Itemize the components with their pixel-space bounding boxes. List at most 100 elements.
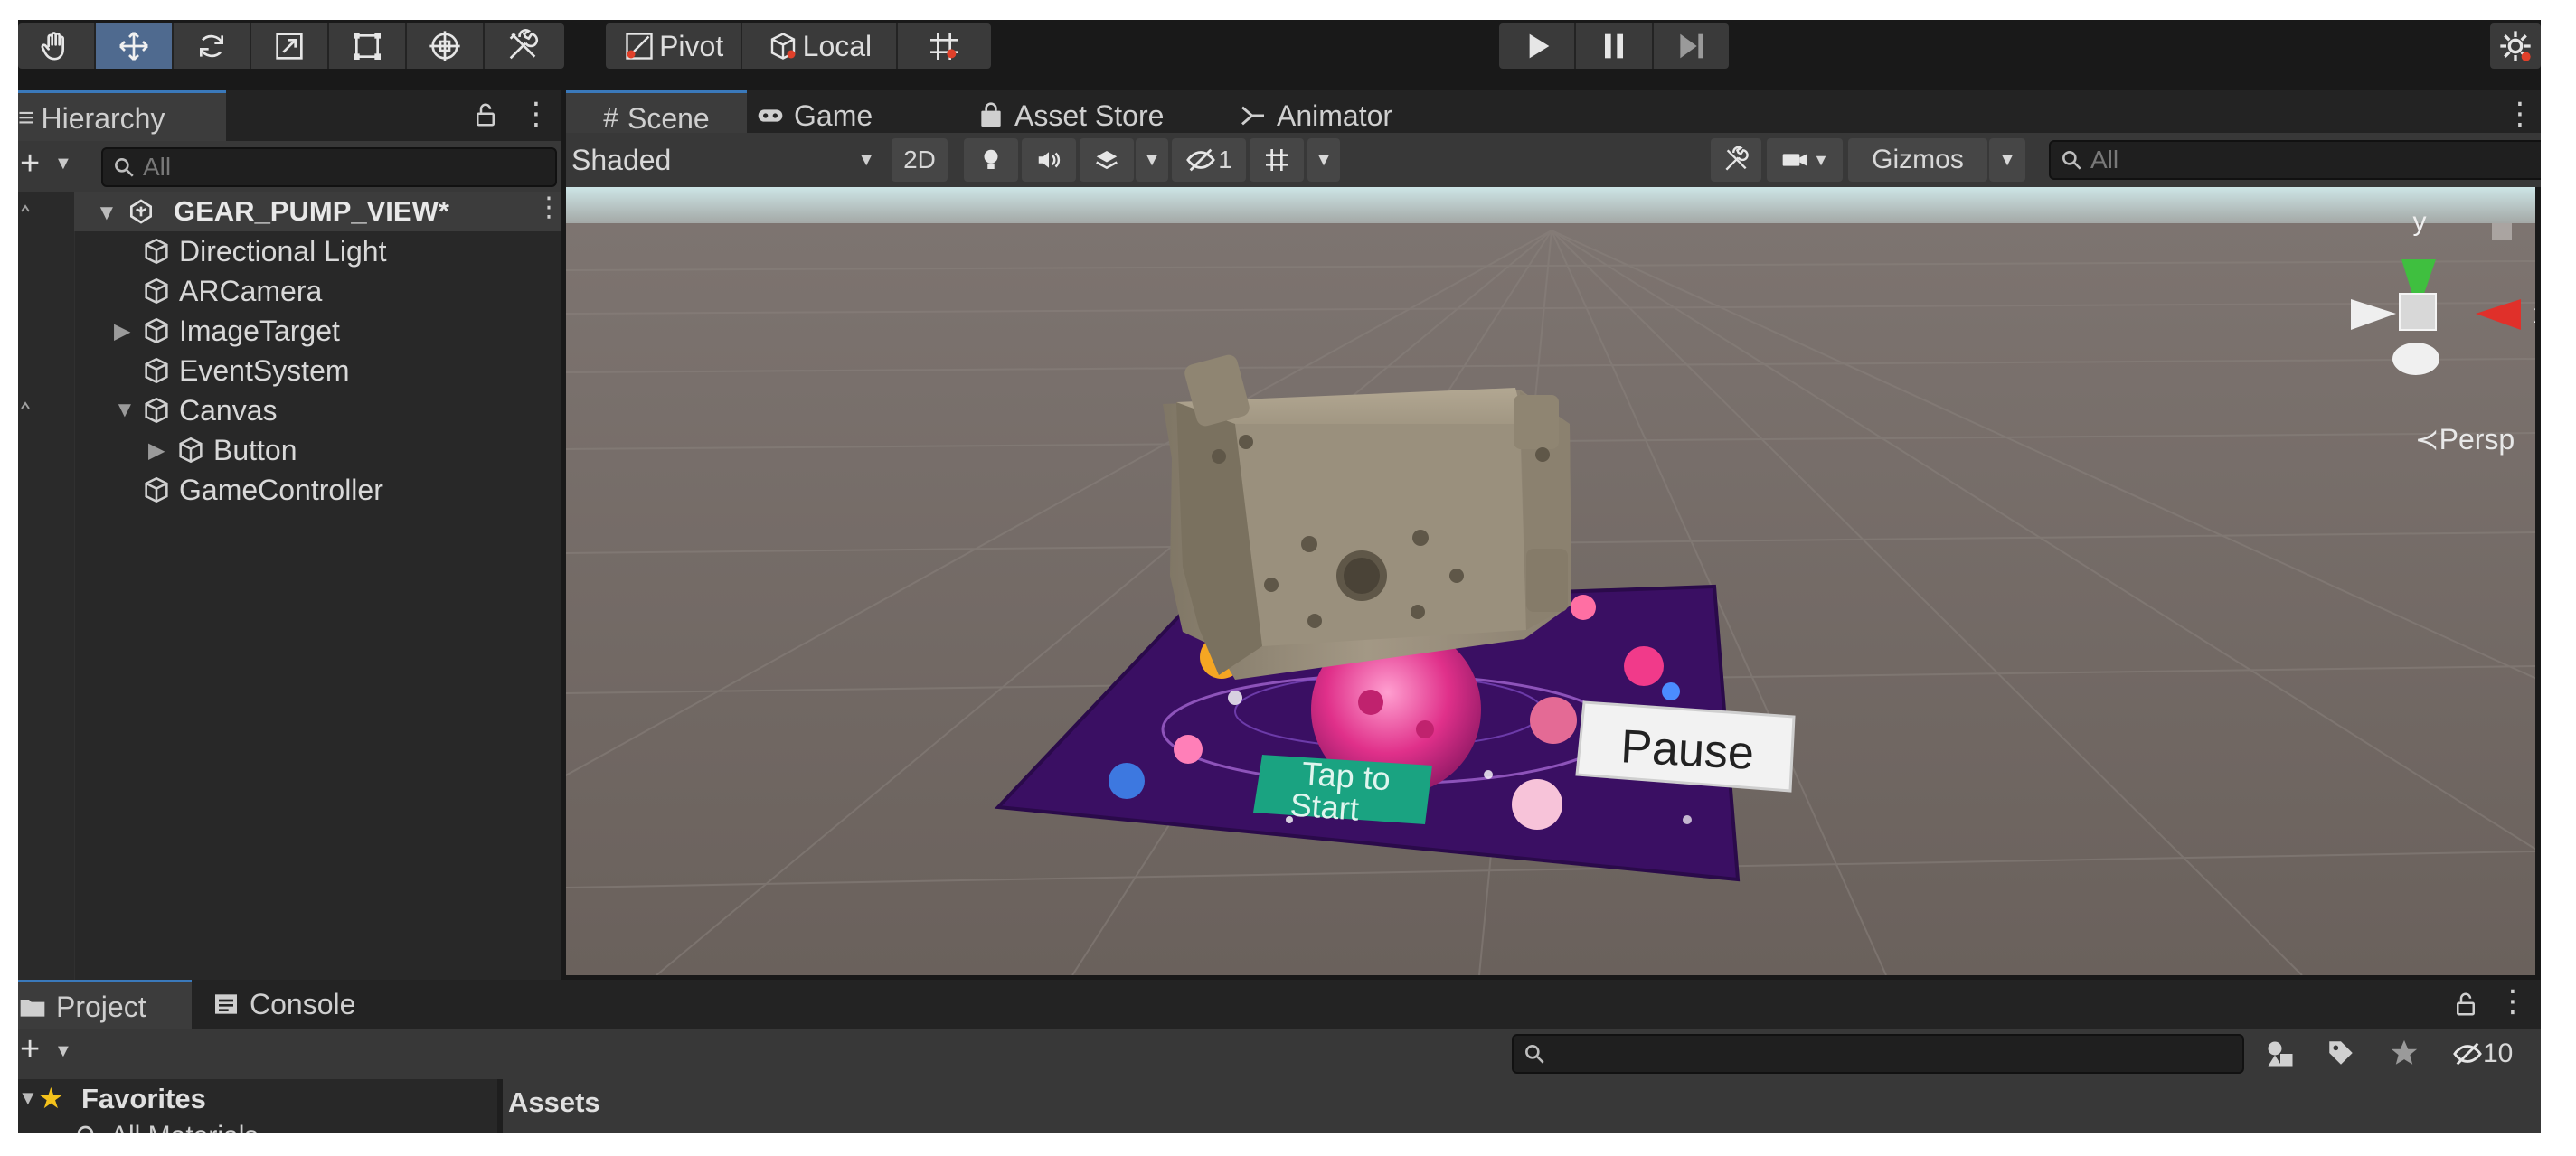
transform-icon bbox=[429, 31, 460, 61]
rotate-icon bbox=[200, 34, 223, 58]
transform-tools bbox=[18, 23, 564, 69]
list-item[interactable]: Directional Light bbox=[141, 231, 386, 271]
scene-render[interactable]: Pause Tap to Start y x ≺Persp bbox=[566, 187, 2535, 975]
lock-icon[interactable] bbox=[2452, 991, 2479, 1018]
tab-animator-label: Animator bbox=[1277, 99, 1393, 132]
rotate-tool-button[interactable] bbox=[174, 23, 251, 69]
item-label: GameController bbox=[179, 473, 383, 506]
local-cube-icon bbox=[770, 33, 796, 60]
gear-pump-model[interactable] bbox=[1163, 352, 1571, 680]
console-icon bbox=[215, 994, 237, 1014]
effects-toggle[interactable] bbox=[1080, 138, 1134, 182]
hierarchy-search-bar: + ▼ All bbox=[18, 141, 561, 192]
camera-settings-dropdown[interactable]: ▼ bbox=[1767, 138, 1843, 182]
hidden-packages-toggle[interactable]: 10 bbox=[2452, 1036, 2513, 1072]
expand-arrow-icon[interactable]: ▼ bbox=[96, 201, 118, 226]
gizmos-dropdown[interactable]: ▼ bbox=[1989, 138, 2025, 182]
lock-view-icon[interactable] bbox=[2492, 223, 2512, 240]
visibility-icon[interactable] bbox=[18, 201, 40, 222]
hidden-count: 1 bbox=[1218, 146, 1232, 174]
local-toggle[interactable]: Local bbox=[742, 23, 898, 69]
pause-world-button[interactable]: Pause bbox=[1575, 700, 1796, 793]
eye-slash-icon bbox=[1186, 148, 1216, 172]
gameobject-cube-icon bbox=[145, 317, 168, 344]
project-menu-icon[interactable]: ⋮ bbox=[2497, 983, 2528, 1020]
play-button[interactable] bbox=[1499, 23, 1577, 69]
item-label: ARCamera bbox=[179, 274, 323, 307]
favorites-item-label: All Materials bbox=[110, 1121, 258, 1133]
add-icon[interactable]: + bbox=[20, 1030, 40, 1069]
favorites-item[interactable]: All Materials bbox=[74, 1121, 258, 1133]
step-button[interactable] bbox=[1654, 23, 1729, 69]
grid-dropdown[interactable]: ▼ bbox=[1307, 138, 1340, 182]
project-search-input[interactable] bbox=[1512, 1034, 2244, 1074]
pause-button[interactable] bbox=[1576, 23, 1654, 69]
hierarchy-search-input[interactable]: All bbox=[101, 147, 557, 187]
effects-dropdown[interactable]: ▼ bbox=[1136, 138, 1168, 182]
scene-menu-icon[interactable]: ⋮ bbox=[2505, 96, 2535, 132]
move-tool-button[interactable] bbox=[96, 23, 174, 69]
unity-editor-window: Pivot Local ≡ Hierarchy ⋮ + ▼ All ▼ GEAR… bbox=[18, 20, 2541, 1133]
rect-tool-button[interactable] bbox=[329, 23, 407, 69]
favorites-label[interactable]: Favorites bbox=[81, 1083, 206, 1115]
chevron-down-icon[interactable]: ▼ bbox=[54, 1041, 72, 1062]
list-item[interactable]: ▶ ImageTarget bbox=[114, 311, 340, 351]
projection-label[interactable]: ≺Persp bbox=[2415, 423, 2515, 456]
scene-tools-button[interactable] bbox=[1711, 138, 1761, 182]
tab-hierarchy[interactable]: ≡ Hierarchy bbox=[18, 90, 226, 144]
grid-snap-button[interactable] bbox=[898, 23, 992, 69]
filter-by-type-icon[interactable] bbox=[2264, 1038, 2297, 1070]
scene-root-row[interactable]: ▼ GEAR_PUMP_VIEW* ⋮ bbox=[74, 192, 562, 231]
add-icon[interactable]: + bbox=[20, 145, 40, 183]
scene-viewport[interactable]: Pause Tap to Start y x ≺Persp bbox=[566, 187, 2535, 975]
gizmos-button[interactable]: Gizmos bbox=[1848, 138, 1987, 182]
scale-tool-button[interactable] bbox=[251, 23, 329, 69]
tag-icon[interactable] bbox=[2326, 1038, 2356, 1068]
pickable-icon[interactable] bbox=[18, 398, 40, 419]
hand-tool-button[interactable] bbox=[18, 23, 96, 69]
speaker-icon bbox=[1038, 152, 1061, 168]
scale-icon bbox=[276, 33, 303, 60]
audio-toggle[interactable] bbox=[1022, 138, 1076, 182]
settings-button[interactable] bbox=[2490, 23, 2541, 69]
scene-menu-icon[interactable]: ⋮ bbox=[535, 192, 562, 223]
list-item[interactable]: ARCamera bbox=[141, 271, 322, 311]
2d-toggle[interactable]: 2D bbox=[892, 138, 948, 182]
search-placeholder: All bbox=[2090, 146, 2119, 174]
expanded-arrow-icon[interactable]: ▼ bbox=[114, 398, 141, 423]
hierarchy-gutter bbox=[18, 192, 75, 980]
hierarchy-menu-icon[interactable]: ⋮ bbox=[521, 96, 552, 132]
expand-arrow-icon[interactable]: ▼ bbox=[18, 1086, 38, 1110]
list-item[interactable]: GameController bbox=[141, 470, 383, 510]
gizmo-center-cube[interactable] bbox=[2399, 293, 2437, 331]
shading-mode-dropdown[interactable]: Shaded ▼ bbox=[571, 138, 875, 182]
scene-search-input[interactable]: All bbox=[2049, 140, 2541, 180]
project-folder-tree: ▼ ★ Favorites All Materials bbox=[18, 1079, 497, 1133]
tab-scene-label: Scene bbox=[627, 101, 710, 135]
collapsed-arrow-icon[interactable]: ▶ bbox=[148, 437, 175, 464]
gameobject-cube-icon bbox=[145, 238, 168, 265]
camera-icon bbox=[1782, 154, 1807, 166]
2d-label: 2D bbox=[903, 146, 936, 174]
assets-header: Assets bbox=[503, 1079, 2541, 1133]
hidden-objects-toggle[interactable]: 1 bbox=[1172, 138, 1246, 182]
star-icon[interactable] bbox=[2389, 1038, 2420, 1068]
custom-tool-button[interactable] bbox=[485, 23, 561, 69]
lighting-toggle[interactable] bbox=[964, 138, 1018, 182]
transform-tool-button[interactable] bbox=[407, 23, 485, 69]
hierarchy-panel: ≡ Hierarchy ⋮ + ▼ All ▼ GEAR_PUMP_VIEW* … bbox=[18, 90, 562, 980]
hierarchy-tab-label: Hierarchy bbox=[41, 101, 165, 135]
list-item[interactable]: EventSystem bbox=[141, 351, 350, 390]
grid-toggle[interactable] bbox=[1250, 138, 1304, 182]
list-item[interactable]: ▼ Canvas bbox=[114, 390, 278, 430]
main-toolbar: Pivot Local bbox=[18, 20, 2541, 76]
pivot-toggle[interactable]: Pivot bbox=[606, 23, 743, 69]
lock-icon[interactable] bbox=[472, 101, 499, 128]
tab-project[interactable]: Project bbox=[18, 980, 192, 1031]
list-item[interactable]: ▶ Button bbox=[148, 430, 297, 470]
chevron-down-icon[interactable]: ▼ bbox=[54, 154, 72, 174]
collapsed-arrow-icon[interactable]: ▶ bbox=[114, 318, 141, 344]
layers-icon bbox=[1096, 151, 1118, 170]
tab-console[interactable]: Console bbox=[212, 980, 355, 1029]
gizmo-neg-y-axis[interactable] bbox=[2392, 343, 2439, 375]
